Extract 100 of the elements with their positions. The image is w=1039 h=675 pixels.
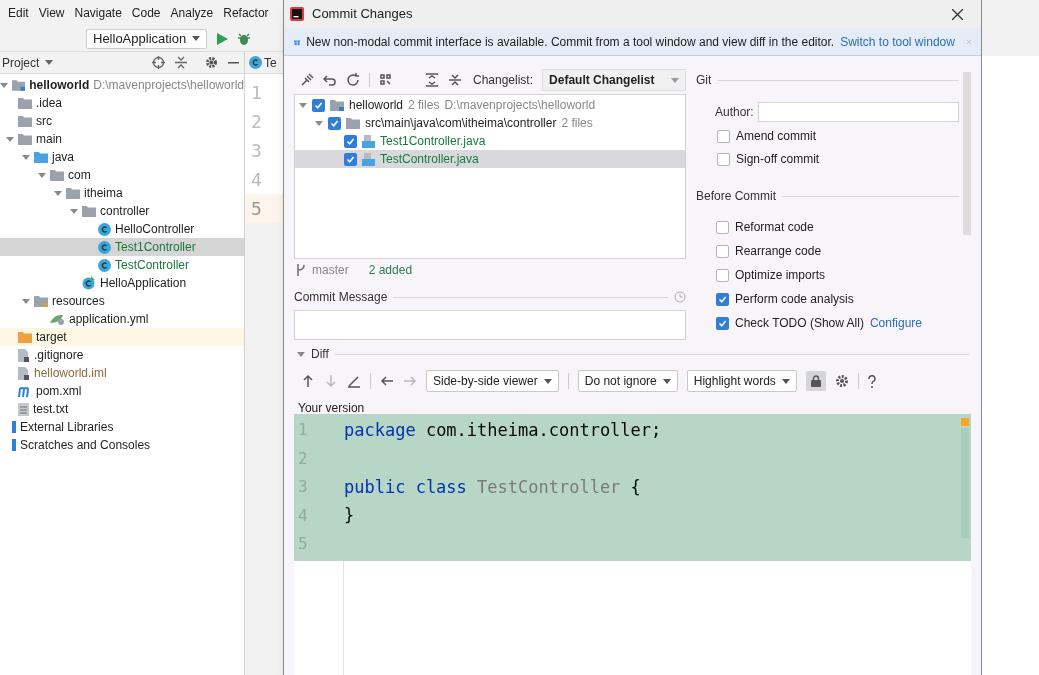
dropdown-caret-icon bbox=[671, 77, 679, 83]
expand-caret-icon[interactable] bbox=[297, 350, 305, 358]
settings-icon[interactable] bbox=[205, 56, 218, 69]
item-label: src\main\java\com\itheima\controller bbox=[365, 115, 557, 132]
undo-icon[interactable] bbox=[323, 73, 337, 87]
tree-item[interactable]: com bbox=[0, 166, 244, 184]
menu-item[interactable]: View bbox=[38, 4, 65, 22]
tree-item[interactable]: src bbox=[0, 112, 244, 130]
expand-caret-icon[interactable] bbox=[70, 207, 78, 215]
item-label: Test1Controller.java bbox=[380, 133, 486, 150]
leaf-icon bbox=[50, 313, 65, 325]
configure-link[interactable]: Configure bbox=[869, 314, 922, 332]
tree-item[interactable]: HelloApplication bbox=[0, 274, 244, 292]
expand-caret-icon[interactable] bbox=[22, 297, 30, 305]
item-label: TestController bbox=[115, 257, 190, 274]
tree-item[interactable]: resources bbox=[0, 292, 244, 310]
expand-caret-icon[interactable] bbox=[38, 171, 46, 179]
checkbox[interactable] bbox=[344, 134, 357, 148]
run-icon[interactable] bbox=[217, 32, 229, 45]
expand-caret-icon[interactable] bbox=[6, 135, 14, 143]
checkbox[interactable] bbox=[716, 316, 729, 330]
menu-item[interactable]: Edit bbox=[8, 4, 29, 22]
checkbox[interactable] bbox=[328, 116, 341, 130]
checkbox[interactable] bbox=[717, 129, 730, 143]
tree-item[interactable]: TestController bbox=[0, 256, 244, 274]
expand-caret-icon[interactable] bbox=[0, 81, 8, 89]
checkbox[interactable] bbox=[716, 244, 729, 258]
tree-item[interactable]: itheima bbox=[0, 184, 244, 202]
tree-item[interactable]: helloworld.iml bbox=[0, 364, 244, 382]
tree-item[interactable]: test.txt bbox=[0, 400, 244, 418]
tree-item[interactable]: pom.xml bbox=[0, 382, 244, 400]
tree-item[interactable]: main bbox=[0, 130, 244, 148]
tree-item[interactable]: Scratches and Consoles bbox=[0, 436, 244, 454]
expand-caret-icon[interactable] bbox=[54, 189, 62, 197]
close-icon[interactable] bbox=[952, 8, 963, 20]
checkbox[interactable] bbox=[716, 268, 729, 282]
author-field[interactable] bbox=[757, 102, 959, 122]
collapse-all-icon[interactable] bbox=[448, 73, 462, 87]
expand-caret-icon[interactable] bbox=[22, 153, 30, 161]
settings-icon[interactable] bbox=[834, 374, 849, 388]
ignore-dropdown[interactable]: Do not ignore bbox=[577, 370, 678, 392]
panel-title[interactable]: Project bbox=[2, 53, 40, 72]
locate-icon[interactable] bbox=[152, 56, 165, 69]
expand-all-icon[interactable] bbox=[425, 73, 439, 87]
line-number: 5 bbox=[245, 194, 283, 223]
checkbox[interactable] bbox=[716, 220, 729, 234]
help-icon[interactable] bbox=[867, 374, 876, 388]
expand-caret-icon[interactable] bbox=[315, 119, 323, 127]
menu-item[interactable]: Navigate bbox=[74, 4, 122, 22]
tree-item[interactable]: application.yml bbox=[0, 310, 244, 328]
section-title: Before Commit bbox=[696, 188, 777, 205]
checkbox[interactable] bbox=[716, 292, 729, 306]
dropdown-caret-icon[interactable] bbox=[45, 60, 54, 65]
folder-icon bbox=[330, 99, 344, 111]
menu-item[interactable]: Analyze bbox=[170, 4, 214, 22]
option-label: Sign-off commit bbox=[736, 151, 820, 168]
tree-item[interactable]: External Libraries bbox=[0, 418, 244, 436]
arrow-up-icon[interactable] bbox=[301, 374, 315, 388]
highlight-dropdown[interactable]: Highlight words bbox=[686, 370, 797, 392]
change-item[interactable]: src\main\java\com\itheima\controller 2 files bbox=[295, 114, 685, 132]
run-config-dropdown[interactable]: HelloApplication bbox=[86, 28, 208, 49]
scrollbar[interactable] bbox=[963, 72, 971, 235]
tree-item[interactable]: java bbox=[0, 148, 244, 166]
item-label: helloworld bbox=[29, 77, 90, 94]
item-label: resources bbox=[52, 293, 105, 310]
lock-toggle[interactable] bbox=[805, 371, 826, 391]
tree-item[interactable]: target bbox=[0, 328, 244, 346]
checkbox[interactable] bbox=[717, 152, 730, 166]
expand-caret-icon[interactable] bbox=[299, 101, 307, 109]
item-label: itheima bbox=[84, 185, 123, 202]
menu-item[interactable]: Refactor bbox=[223, 4, 269, 22]
tree-item[interactable]: HelloController bbox=[0, 220, 244, 238]
switch-link[interactable]: Switch to tool window bbox=[840, 32, 955, 51]
bug-icon[interactable] bbox=[238, 32, 251, 45]
tree-item[interactable]: Test1Controller bbox=[0, 238, 244, 256]
refresh-icon[interactable] bbox=[346, 73, 360, 87]
dropdown-caret-icon bbox=[781, 378, 790, 384]
checkbox[interactable] bbox=[312, 98, 325, 112]
tree-item[interactable]: .gitignore bbox=[0, 346, 244, 364]
editor-tab[interactable]: Te bbox=[264, 53, 277, 72]
dropdown-caret-icon bbox=[662, 378, 671, 384]
text-file-icon bbox=[18, 402, 29, 416]
folder-icon bbox=[18, 97, 32, 109]
menu-item[interactable]: Code bbox=[131, 4, 161, 22]
changelist-dropdown[interactable]: Default Changelist bbox=[542, 69, 686, 91]
checkbox[interactable] bbox=[344, 152, 357, 166]
viewer-dropdown[interactable]: Side-by-side viewer bbox=[426, 370, 559, 392]
arrow-left-icon[interactable] bbox=[380, 374, 394, 388]
change-item[interactable]: helloworld 2 files D:\mavenprojects\helloworld bbox=[295, 96, 685, 114]
tree-item[interactable]: .idea bbox=[0, 94, 244, 112]
change-item[interactable]: TestController.java bbox=[295, 150, 685, 168]
class-icon bbox=[98, 240, 111, 254]
group-icon[interactable] bbox=[379, 73, 393, 87]
commit-message-field[interactable] bbox=[294, 310, 686, 340]
collapse-all-icon[interactable] bbox=[175, 56, 187, 69]
tree-item[interactable]: helloworld D:\mavenprojects\helloworld bbox=[0, 76, 244, 94]
tree-item[interactable]: controller bbox=[0, 202, 244, 220]
file-count: 2 files bbox=[561, 115, 593, 132]
change-item[interactable]: Test1Controller.java bbox=[295, 132, 685, 150]
minimize-icon[interactable] bbox=[228, 61, 239, 64]
